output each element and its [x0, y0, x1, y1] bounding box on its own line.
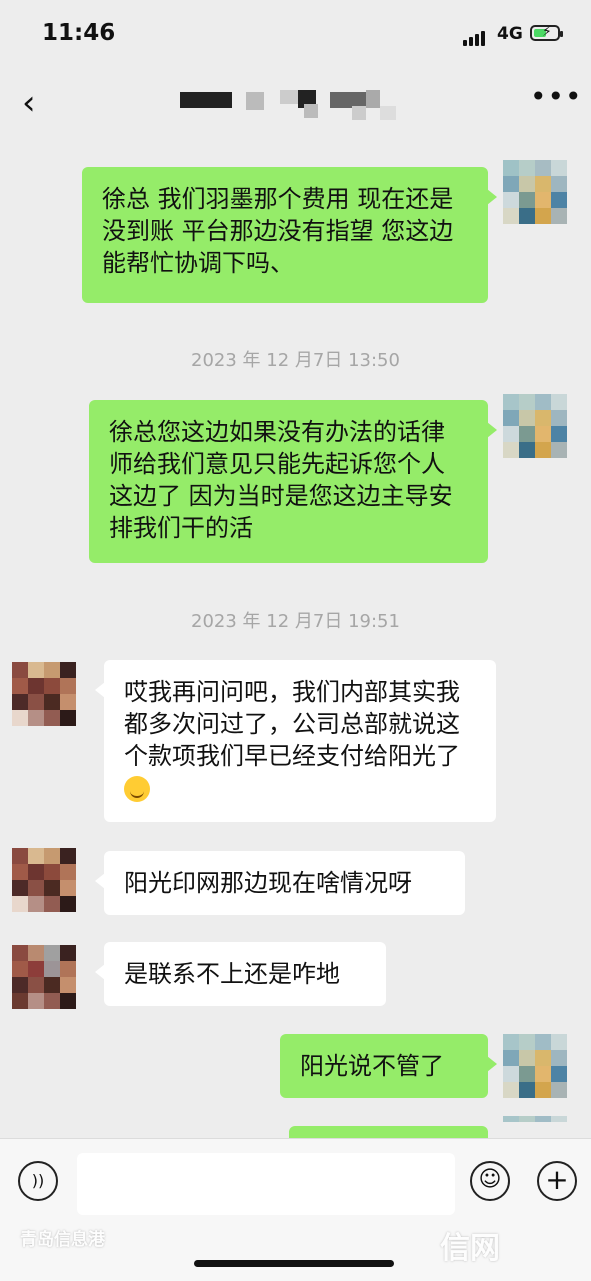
- chat-nav-bar: ‹ •••: [0, 72, 591, 134]
- emoji-icon[interactable]: ☺: [470, 1161, 510, 1201]
- watermark-right: 信网: [440, 1231, 500, 1266]
- message-input[interactable]: [77, 1153, 455, 1215]
- grimace-emoji-icon: [124, 776, 150, 802]
- message-bubble-outgoing[interactable]: 阳光说不管了: [280, 1034, 497, 1098]
- battery-charging-icon: ⚡: [530, 24, 563, 41]
- message-bubble-outgoing[interactable]: 徐总 我们羽墨那个费用 现在还是没到账 平台那边没有指望 您这边能帮忙协调下吗、: [82, 167, 497, 303]
- chat-title-redacted: [180, 90, 420, 120]
- message-text: 哎我再问问吧，我们内部其实我都多次问过了，公司总部就说这个款项我们早已经支付给阳…: [124, 678, 460, 770]
- message-bubble-outgoing[interactable]: 徐总您这边如果没有办法的话律师给我们意见只能先起诉您个人这边了 因为当时是您这边…: [89, 400, 497, 563]
- timestamp: 2023 年 12 月7日 19:51: [191, 611, 400, 632]
- message-text: 阳光说不管了: [300, 1052, 444, 1080]
- my-avatar[interactable]: [503, 394, 567, 458]
- network-label: 4G: [497, 24, 523, 44]
- my-avatar[interactable]: [503, 160, 567, 224]
- contact-avatar[interactable]: [12, 945, 76, 1009]
- signal-icon: [463, 27, 487, 46]
- status-time: 11:46: [42, 20, 116, 46]
- contact-avatar[interactable]: [12, 662, 76, 726]
- my-avatar-partial: [503, 1116, 567, 1138]
- contact-avatar[interactable]: [12, 848, 76, 912]
- message-text: 是联系不上还是咋地: [124, 960, 340, 988]
- message-text: 徐总您这边如果没有办法的话律师给我们意见只能先起诉您个人这边了 因为当时是您这边…: [109, 418, 453, 542]
- home-indicator[interactable]: [194, 1260, 394, 1267]
- message-text: 阳光印网那边现在啥情况呀: [124, 869, 412, 897]
- status-bar: 11:46 4G ⚡: [0, 0, 591, 72]
- watermark-left: 青岛信息港: [20, 1230, 105, 1250]
- voice-icon[interactable]: )): [18, 1161, 58, 1201]
- timestamp: 2023 年 12 月7日 13:50: [191, 350, 400, 371]
- message-text: 徐总 我们羽墨那个费用 现在还是没到账 平台那边没有指望 您这边能帮忙协调下吗、: [102, 185, 454, 277]
- chevron-left-icon[interactable]: ‹: [22, 86, 36, 120]
- more-dots-icon[interactable]: •••: [530, 80, 583, 113]
- message-bubble-incoming[interactable]: 阳光印网那边现在啥情况呀: [95, 851, 465, 915]
- my-avatar[interactable]: [503, 1034, 567, 1098]
- message-bubble-incoming[interactable]: 是联系不上还是咋地: [95, 942, 386, 1006]
- message-bubble-incoming[interactable]: 哎我再问问吧，我们内部其实我都多次问过了，公司总部就说这个款项我们早已经支付给阳…: [95, 660, 496, 822]
- chat-input-bar: )) ☺ + 青岛信息港 信网: [0, 1138, 591, 1281]
- plus-icon[interactable]: +: [537, 1161, 577, 1201]
